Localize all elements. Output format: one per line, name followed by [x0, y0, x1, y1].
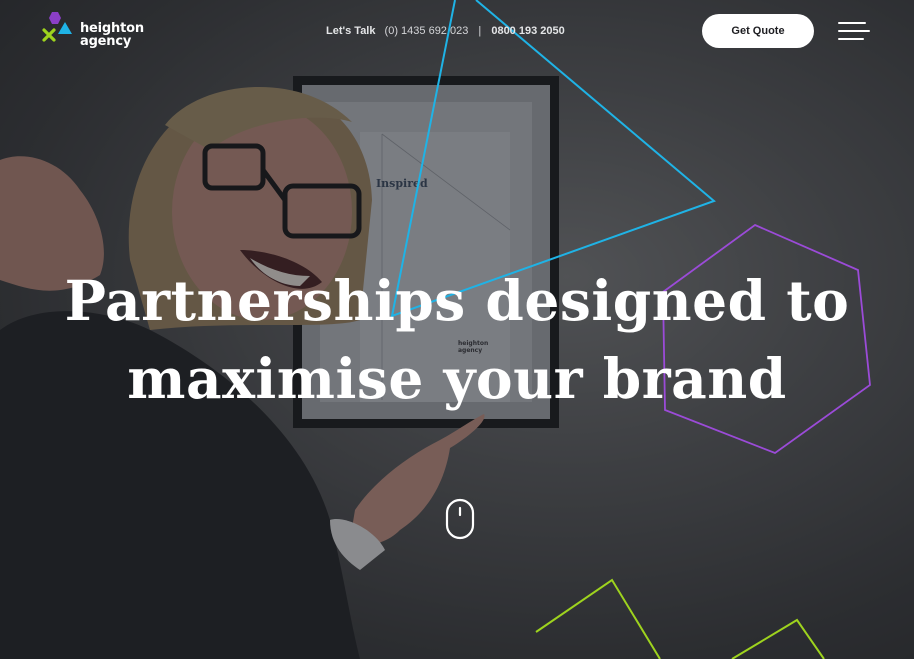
logo-line-2: agency	[80, 34, 132, 49]
contact-separator: |	[478, 25, 482, 37]
get-quote-button[interactable]: Get Quote	[702, 14, 814, 48]
headline-line-2: maximise your brand	[127, 346, 787, 411]
hero-section: Inspired heighton agency heighton agency…	[0, 0, 914, 659]
headline-line-1: Partnerships designed to	[64, 268, 850, 333]
logo-text: heighton agency	[80, 22, 144, 48]
contact-strip: Let's Talk (0) 1435 692 023 | 0800 193 2…	[326, 25, 565, 37]
mouse-scroll-icon[interactable]	[445, 498, 475, 540]
hero-headline: Partnerships designed to maximise your b…	[0, 262, 914, 418]
phone-number-1[interactable]: (0) 1435 692 023	[385, 25, 469, 37]
site-header: heighton agency Let's Talk (0) 1435 692 …	[0, 0, 914, 64]
hamburger-menu-icon[interactable]	[838, 20, 872, 42]
heighton-agency-logo[interactable]: heighton agency	[42, 10, 162, 54]
contact-label: Let's Talk	[326, 25, 376, 37]
logo-mark-icon	[42, 12, 72, 42]
phone-number-2[interactable]: 0800 193 2050	[491, 25, 564, 37]
